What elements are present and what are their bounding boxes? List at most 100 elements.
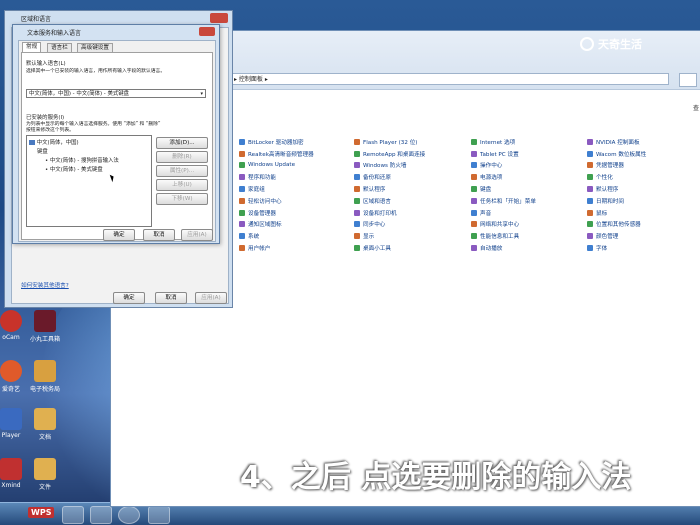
cp-item[interactable]: 操作中心 — [471, 160, 591, 172]
cp-item[interactable]: Windows Update — [239, 160, 359, 172]
dialog-title: 区域和语言 — [21, 16, 52, 23]
cp-item[interactable]: RemoteApp 和桌面连接 — [354, 148, 474, 160]
desktop-icon-toolbox[interactable]: 小丸工具箱 — [20, 310, 70, 343]
cp-item[interactable]: 声音 — [471, 207, 591, 219]
cp-item[interactable]: 默认程序 — [587, 183, 700, 195]
cp-item[interactable]: 任务栏和「开始」菜单 — [471, 195, 591, 207]
cp-item[interactable]: 家庭组 — [239, 183, 359, 195]
cp-item[interactable]: 同步中心 — [354, 219, 474, 231]
cp-item[interactable]: 备份和还原 — [354, 171, 474, 183]
install-language-link[interactable]: 如何安装其他语言? — [21, 281, 69, 289]
cp-item[interactable]: 通知区域图标 — [239, 219, 359, 231]
cp-column: Flash Player (32 位) RemoteApp 和桌面连接 Window… — [354, 136, 474, 254]
folder-icon — [34, 458, 56, 480]
properties-button[interactable]: 属性(P)... — [156, 165, 208, 177]
cp-item[interactable]: 用户帐户 — [239, 242, 359, 254]
cp-item[interactable]: Internet 选项 — [471, 136, 591, 148]
cp-item[interactable]: Realtek高清晰音频管理器 — [239, 148, 359, 160]
cp-item[interactable]: 电源选项 — [471, 171, 591, 183]
taskbar-folder-icon[interactable] — [62, 506, 84, 524]
address-bar[interactable]: ▸ 控制面板 ▸ — [229, 73, 669, 85]
folder-icon — [34, 360, 56, 382]
cp-item[interactable]: 系统 — [239, 230, 359, 242]
cp-item[interactable]: 区域和语言 — [354, 195, 474, 207]
cp-item-icon — [354, 245, 360, 252]
region-cancel-button[interactable]: 取消 — [155, 292, 187, 304]
tree-root[interactable]: 中文(简体，中国) — [29, 138, 79, 146]
cp-item[interactable]: 默认程序 — [354, 183, 474, 195]
cp-item[interactable]: Tablet PC 设置 — [471, 148, 591, 160]
cp-column: BitLocker 驱动器加密 Realtek高清晰音频管理器 Windows Up… — [239, 136, 359, 254]
default-language-desc: 选择其中一个已安装的输入语言，用作所有输入字段的默认语言。 — [26, 69, 166, 74]
cp-item[interactable]: 网络和共享中心 — [471, 219, 591, 231]
cp-item-icon — [587, 233, 593, 240]
cp-item[interactable]: Wacom 数位板属性 — [587, 148, 700, 160]
cp-item[interactable]: 自动播放 — [471, 242, 591, 254]
region-ok-button[interactable]: 确定 — [113, 292, 145, 304]
cancel-button[interactable]: 取消 — [143, 229, 175, 241]
move-down-button[interactable]: 下移(W) — [156, 193, 208, 205]
cp-item-icon — [354, 162, 360, 169]
tree-item-sogou[interactable]: • 中文(简体) - 搜狗拼音输入法 — [45, 156, 119, 164]
xmind-icon — [0, 458, 22, 480]
cp-item[interactable]: 凭据管理器 — [587, 160, 700, 172]
tree-item-us-keyboard[interactable]: • 中文(简体) - 美式键盘 — [45, 165, 103, 173]
mouse-cursor — [109, 173, 116, 183]
region-apply-button[interactable]: 应用(A) — [195, 292, 227, 304]
view-by-label[interactable]: 查 — [693, 103, 699, 112]
cp-item[interactable]: 日期和时间 — [587, 195, 700, 207]
taskbar-window-icon[interactable] — [148, 506, 170, 524]
cp-item[interactable]: 键盘 — [471, 183, 591, 195]
cp-item-icon — [239, 245, 245, 252]
cp-item[interactable]: 鼠标 — [587, 207, 700, 219]
desktop-icon-files[interactable]: 文件 — [20, 458, 70, 491]
cp-item-icon — [587, 221, 593, 228]
apply-button[interactable]: 应用(A) — [181, 229, 213, 241]
default-language-select[interactable]: 中文(简体，中国) - 中文(简体) - 美式键盘 ▾ — [26, 89, 206, 98]
cp-item-icon — [587, 162, 593, 169]
cp-item-icon — [471, 245, 477, 252]
folder-icon — [34, 408, 56, 430]
cp-item-icon — [239, 162, 245, 169]
cp-item[interactable]: Flash Player (32 位) — [354, 136, 474, 148]
cp-item[interactable]: 程序和功能 — [239, 171, 359, 183]
installed-services-list[interactable]: 中文(简体，中国) 键盘 • 中文(简体) - 搜狗拼音输入法 • 中文(简体)… — [26, 135, 152, 227]
remove-button[interactable]: 删除(R) — [156, 151, 208, 163]
cp-item-icon — [471, 138, 477, 145]
taskbar-monitor-icon[interactable] — [90, 506, 112, 524]
cp-item[interactable]: 桌面小工具 — [354, 242, 474, 254]
player-icon — [0, 408, 22, 430]
cp-item-icon — [587, 186, 593, 193]
cp-item-icon — [471, 174, 477, 181]
cp-item[interactable]: BitLocker 驱动器加密 — [239, 136, 359, 148]
close-icon[interactable] — [210, 13, 228, 23]
wps-taskbar-button[interactable]: WPS — [28, 507, 55, 518]
tree-keyboard[interactable]: 键盘 — [37, 147, 48, 155]
cp-item[interactable]: Windows 防火墙 — [354, 160, 474, 172]
cp-item[interactable]: 性能信息和工具 — [471, 230, 591, 242]
cp-item[interactable]: 位置和其他传感器 — [587, 219, 700, 231]
cp-item[interactable]: 颜色管理 — [587, 230, 700, 242]
add-button[interactable]: 添加(D)... — [156, 137, 208, 149]
cp-item[interactable]: 字体 — [587, 242, 700, 254]
cp-item[interactable]: 显示 — [354, 230, 474, 242]
cp-item[interactable]: 轻松访问中心 — [239, 195, 359, 207]
desktop-icon-tax[interactable]: 电子税务局 — [20, 360, 70, 393]
cp-item-icon — [471, 197, 477, 204]
cp-item-icon — [587, 209, 593, 216]
ok-button[interactable]: 确定 — [103, 229, 135, 241]
cp-item[interactable]: 设备和打印机 — [354, 207, 474, 219]
taskbar-browser-icon[interactable] — [118, 506, 140, 524]
cp-item-icon — [239, 174, 245, 181]
cp-item-icon — [239, 221, 245, 228]
toolbox-icon — [34, 310, 56, 332]
close-icon[interactable] — [199, 27, 215, 36]
search-box[interactable] — [679, 73, 697, 87]
move-up-button[interactable]: 上移(U) — [156, 179, 208, 191]
cp-item-icon — [471, 162, 477, 169]
dialog-title: 文本服务和输入语言 — [27, 30, 82, 37]
cp-item[interactable]: 个性化 — [587, 171, 700, 183]
cp-item[interactable]: 设备管理器 — [239, 207, 359, 219]
cp-item[interactable]: NVIDIA 控制面板 — [587, 136, 700, 148]
desktop-icon-docs[interactable]: 文档 — [20, 408, 70, 441]
